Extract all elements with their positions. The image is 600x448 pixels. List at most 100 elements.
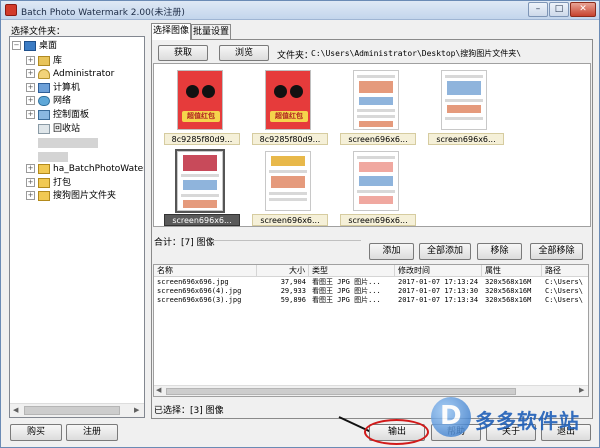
thumbnail-image: 超值红包 xyxy=(265,70,311,130)
tab-select-images[interactable]: 选择图像 xyxy=(151,23,191,40)
expand-icon[interactable]: + xyxy=(26,69,35,78)
thumbnail-item[interactable]: screen696x6... xyxy=(252,148,328,226)
tree-item-label: 网络 xyxy=(53,96,72,106)
cell-name: screen696x696(4).jpg xyxy=(157,287,242,295)
thumbnail-grid[interactable]: 超值红包 8c9285f80d9... 超值红包 8c9285f80d9... … xyxy=(153,63,591,227)
scroll-right-icon[interactable]: ▶ xyxy=(134,406,139,414)
tree-item-label: ha_BatchPhotoWaterMa xyxy=(53,164,144,174)
column-path[interactable]: 路径 xyxy=(542,265,588,277)
tree-item-recycle-bin[interactable]: 回收站 xyxy=(38,123,80,136)
window-title: Batch Photo Watermark 2.00(未注册) xyxy=(21,8,185,18)
tree-item-sogou-folder[interactable]: + 搜狗图片文件夹 xyxy=(26,190,116,203)
collapse-icon[interactable]: − xyxy=(12,41,21,50)
column-type[interactable]: 类型 xyxy=(309,265,395,277)
tree-item-administrator[interactable]: + Administrator xyxy=(26,68,114,81)
tree-item-desktop[interactable]: − 桌面 xyxy=(12,40,57,53)
folder-label: 文件夹： xyxy=(277,51,314,61)
cell-attributes: 320x568x16M xyxy=(485,296,532,304)
cell-path: C:\Users\ xyxy=(545,278,583,286)
cell-path: C:\Users\ xyxy=(545,287,583,295)
tree-item-label: Administrator xyxy=(53,69,115,79)
tree-item-label: 回收站 xyxy=(53,124,81,134)
cell-attributes: 320x568x16M xyxy=(485,287,532,295)
thumbnail-caption: screen696x6... xyxy=(252,214,328,226)
thumbnail-item-selected[interactable]: screen696x6... xyxy=(164,148,240,226)
thumbnail-caption: screen696x6... xyxy=(340,214,416,226)
folder-tree[interactable]: − 桌面 + 库 + Administrator + 计算机 + 网络 + 控制面板 回收站… xyxy=(9,36,145,418)
expand-icon[interactable]: + xyxy=(26,96,35,105)
thumbnail-image xyxy=(353,151,399,211)
scroll-left-icon[interactable]: ◀ xyxy=(13,406,18,414)
cell-name: screen696x696(3).jpg xyxy=(157,296,242,304)
cell-size: 59,896 xyxy=(280,296,306,304)
close-button[interactable]: ✕ xyxy=(570,2,596,17)
expand-icon[interactable]: + xyxy=(26,83,35,92)
cell-name: screen696x696.jpg xyxy=(157,278,229,286)
thumbnail-item[interactable]: screen696x6... xyxy=(340,148,416,226)
scrollbar-thumb[interactable] xyxy=(24,406,120,415)
recycle-bin-icon xyxy=(38,123,50,134)
thumbnail-caption: screen696x6... xyxy=(164,214,240,226)
scroll-left-icon[interactable]: ◀ xyxy=(156,386,161,394)
divider xyxy=(211,240,361,241)
thumbnail-badge: 超值红包 xyxy=(182,111,220,122)
annotation-highlight-ring xyxy=(364,419,429,445)
cell-attributes: 320x568x16M xyxy=(485,278,532,286)
get-button[interactable]: 获取 xyxy=(158,45,208,61)
buy-button[interactable]: 购买 xyxy=(10,424,62,441)
column-attributes[interactable]: 属性 xyxy=(482,265,542,277)
thumbnail-image xyxy=(265,151,311,211)
tree-item-batchphotowatermark[interactable]: + ha_BatchPhotoWaterMa xyxy=(26,163,144,176)
table-row[interactable]: screen696x696(3).jpg 59,896 看图王 JPG 图片..… xyxy=(154,296,588,305)
thumbnail-caption: 8c9285f80d9... xyxy=(164,133,240,145)
control-panel-icon xyxy=(38,109,50,120)
table-row[interactable]: screen696x696(4).jpg 29,933 看图王 JPG 图片..… xyxy=(154,287,588,296)
remove-button[interactable]: 移除 xyxy=(477,243,522,260)
thumbnail-badge: 超值红包 xyxy=(270,111,308,122)
file-list[interactable]: 名称 大小 类型 修改时间 属性 路径 screen696x696.jpg 37… xyxy=(153,264,589,397)
tree-horizontal-scrollbar[interactable]: ◀ ▶ xyxy=(10,403,144,417)
app-window: Batch Photo Watermark 2.00(未注册) – □ ✕ 选择… xyxy=(0,0,600,448)
tab-batch-settings[interactable]: 批量设置 xyxy=(191,24,231,39)
expand-icon[interactable]: + xyxy=(26,191,35,200)
thumbnail-image xyxy=(441,70,487,130)
blurred-item xyxy=(38,151,68,162)
tree-item-control-panel[interactable]: + 控制面板 xyxy=(26,109,89,122)
tree-item-dabao[interactable]: + 打包 xyxy=(26,177,71,190)
maximize-button[interactable]: □ xyxy=(549,2,569,17)
blurred-item xyxy=(38,137,98,148)
cell-path: C:\Users\ xyxy=(545,296,583,304)
tree-item-computer[interactable]: + 计算机 xyxy=(26,82,80,95)
expand-icon[interactable]: + xyxy=(26,56,35,65)
expand-icon[interactable]: + xyxy=(26,178,35,187)
list-header: 名称 大小 类型 修改时间 属性 路径 xyxy=(154,265,588,277)
add-button[interactable]: 添加 xyxy=(369,243,414,260)
tree-item-library[interactable]: + 库 xyxy=(26,55,62,68)
tree-item-label: 库 xyxy=(53,56,63,66)
tree-item-label: 搜狗图片文件夹 xyxy=(53,191,117,201)
expand-icon[interactable]: + xyxy=(26,164,35,173)
register-button[interactable]: 注册 xyxy=(66,424,118,441)
title-bar: Batch Photo Watermark 2.00(未注册) – □ ✕ xyxy=(1,1,599,20)
thumbnail-item[interactable]: screen696x6... xyxy=(340,67,416,151)
thumbnail-item[interactable]: 超值红包 8c9285f80d9... xyxy=(252,67,328,151)
tree-item-label: 桌面 xyxy=(39,41,58,51)
column-size[interactable]: 大小 xyxy=(257,265,309,277)
thumbnail-image xyxy=(353,70,399,130)
network-icon xyxy=(38,95,50,106)
cell-type: 看图王 JPG 图片... xyxy=(312,278,381,286)
remove-all-button[interactable]: 全部移除 xyxy=(530,243,583,260)
tree-item-network[interactable]: + 网络 xyxy=(26,95,71,108)
tree-item-blurred[interactable] xyxy=(38,137,98,150)
table-row[interactable]: screen696x696.jpg 37,904 看图王 JPG 图片... 2… xyxy=(154,278,588,287)
thumbnail-item[interactable]: screen696x6... xyxy=(428,67,504,151)
browse-button[interactable]: 浏览 xyxy=(219,45,269,61)
column-modified[interactable]: 修改时间 xyxy=(395,265,482,277)
minimize-button[interactable]: – xyxy=(528,2,548,17)
expand-icon[interactable]: + xyxy=(26,110,35,119)
column-name[interactable]: 名称 xyxy=(154,265,257,277)
cell-modified: 2017-01-07 17:13:24 xyxy=(398,278,479,286)
add-all-button[interactable]: 全部添加 xyxy=(419,243,471,260)
tree-item-label: 计算机 xyxy=(53,83,81,93)
thumbnail-item[interactable]: 超值红包 8c9285f80d9... xyxy=(164,67,240,151)
